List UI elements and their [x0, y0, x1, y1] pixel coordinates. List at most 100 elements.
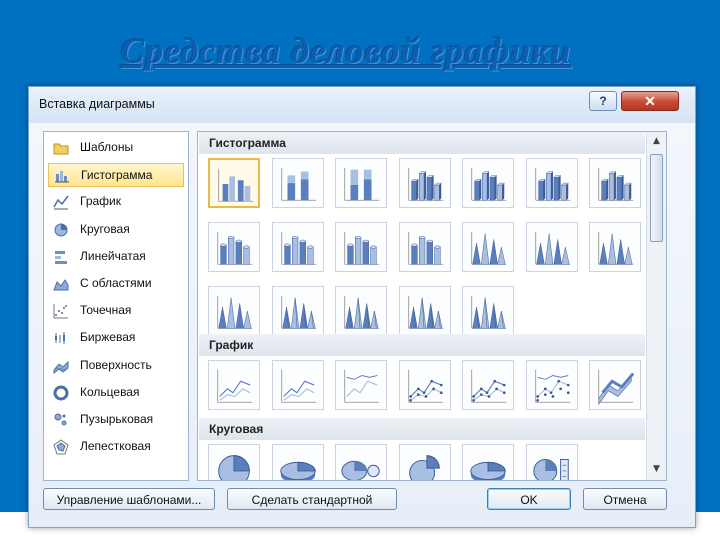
set-default-button[interactable]: Сделать стандартной: [227, 488, 397, 510]
chart-type-item[interactable]: Точечная: [48, 299, 184, 323]
chart-type-item[interactable]: График: [48, 190, 184, 214]
chart-subtype-thumbnail[interactable]: [462, 158, 514, 208]
chart-subtype-gallery: ▲ ▼ Гистограмма График Круговая: [197, 131, 667, 481]
3d-cone-icon: [217, 295, 253, 329]
3d-column-icon: [598, 167, 634, 201]
scroll-down-icon[interactable]: ▼: [649, 462, 664, 476]
chart-type-label: Пузырьковая: [80, 412, 154, 426]
chart-subtype-thumbnail[interactable]: [398, 444, 451, 480]
chart-subtype-thumbnail[interactable]: [462, 444, 514, 480]
chart-subtype-thumbnail[interactable]: [335, 360, 387, 410]
3d-line-icon: [598, 369, 635, 406]
3d-clustered-column-icon: [407, 167, 443, 201]
chart-type-label: Гистограмма: [81, 168, 153, 183]
chart-subtype-thumbnail[interactable]: [398, 222, 451, 272]
insert-chart-dialog: Вставка диаграммы ? ✕ Шаблоны Гистограмма…: [28, 86, 696, 528]
chart-type-item[interactable]: Пузырьковая: [48, 408, 184, 432]
line-with-markers-icon: [407, 369, 443, 403]
percent-line-with-markers-icon: [534, 369, 570, 403]
stacked-cylinder-icon: [280, 231, 316, 265]
chart-type-item[interactable]: Кольцевая: [48, 381, 184, 405]
dialog-titlebar[interactable]: Вставка диаграммы ? ✕: [29, 87, 695, 123]
chart-type-label: График: [80, 194, 121, 209]
area-chart-icon: [53, 279, 69, 291]
chart-type-item[interactable]: Круговая: [48, 218, 184, 242]
clustered-cone-icon: [471, 231, 507, 265]
pie-of-pie-icon: [341, 460, 380, 480]
chart-subtype-thumbnail[interactable]: [271, 286, 324, 336]
chart-subtype-thumbnail[interactable]: [525, 158, 578, 208]
chart-type-item[interactable]: Гистограмма: [48, 163, 184, 188]
gallery-section-header: Круговая: [199, 418, 645, 440]
stock-chart-icon: [55, 332, 65, 345]
chart-type-label: Биржевая: [80, 330, 136, 345]
chart-subtype-thumbnail[interactable]: [208, 444, 260, 480]
line-chart-icon: [53, 195, 69, 210]
chart-subtype-thumbnail[interactable]: [335, 158, 387, 208]
stacked-cone-icon: [534, 231, 570, 265]
column-chart-icon: [55, 171, 69, 183]
chart-subtype-thumbnail[interactable]: [589, 158, 641, 208]
chart-subtype-thumbnail[interactable]: [462, 286, 514, 336]
chart-type-item[interactable]: Линейчатая: [48, 245, 184, 269]
scroll-up-icon[interactable]: ▲: [649, 134, 664, 148]
chart-subtype-thumbnail[interactable]: [589, 222, 641, 272]
manage-templates-button[interactable]: Управление шаблонами...: [43, 488, 215, 510]
chart-type-label: Кольцевая: [80, 384, 140, 399]
chart-type-label: Линейчатая: [80, 248, 146, 263]
chart-subtype-thumbnail[interactable]: [271, 444, 324, 480]
chart-type-item[interactable]: С областями: [48, 272, 184, 296]
slide-title: Средства деловой графики: [120, 31, 572, 71]
chart-type-list: Шаблоны Гистограмма График Круговая Линейчат…: [43, 131, 189, 481]
bar-chart-icon: [55, 250, 67, 264]
chart-subtype-thumbnail[interactable]: [208, 286, 260, 336]
section-header-label: График: [209, 338, 254, 352]
chart-subtype-thumbnail[interactable]: [462, 360, 514, 410]
chart-type-item[interactable]: Биржевая: [48, 326, 184, 350]
chart-type-item[interactable]: Лепестковая: [48, 435, 184, 459]
gallery-scrollbar[interactable]: ▲ ▼: [646, 132, 666, 480]
chart-subtype-thumbnail[interactable]: [398, 360, 451, 410]
chart-subtype-thumbnail[interactable]: [335, 286, 387, 336]
chart-subtype-thumbnail[interactable]: [525, 444, 578, 480]
chart-subtype-thumbnail[interactable]: [208, 360, 260, 410]
exploded-pie-icon: [408, 455, 440, 480]
chart-subtype-thumbnail[interactable]: [335, 444, 387, 480]
chart-subtype-thumbnail[interactable]: [525, 222, 578, 272]
chart-type-item[interactable]: Шаблоны: [48, 136, 184, 160]
dialog-title: Вставка диаграммы: [39, 97, 155, 111]
stacked-line-icon: [280, 369, 316, 403]
ok-button[interactable]: OK: [487, 488, 571, 510]
clustered-pyramid-icon: [280, 295, 316, 329]
chart-subtype-thumbnail[interactable]: [462, 222, 514, 272]
chart-subtype-thumbnail[interactable]: [271, 360, 324, 410]
scrollbar-thumb[interactable]: [650, 154, 663, 242]
chart-subtype-thumbnail[interactable]: [335, 222, 387, 272]
clustered-column-icon: [218, 168, 254, 202]
cancel-button[interactable]: Отмена: [583, 488, 667, 510]
line-icon: [217, 369, 253, 403]
stacked-column-icon: [280, 167, 316, 201]
clustered-cylinder-icon: [217, 231, 253, 265]
chart-subtype-thumbnail[interactable]: [271, 222, 324, 272]
chart-type-label: С областями: [80, 276, 152, 290]
chart-type-label: Точечная: [80, 303, 132, 318]
chart-subtype-thumbnail[interactable]: [398, 286, 451, 336]
chart-subtype-thumbnail[interactable]: [271, 158, 324, 208]
help-button[interactable]: ?: [589, 91, 617, 111]
percent-stacked-cylinder-icon: [344, 231, 380, 265]
3d-cylinder-icon: [407, 231, 443, 265]
close-button[interactable]: ✕: [621, 91, 679, 111]
chart-subtype-thumbnail[interactable]: [525, 360, 578, 410]
chart-subtype-thumbnail[interactable]: [398, 158, 451, 208]
chart-subtype-thumbnail[interactable]: [208, 222, 260, 272]
pie-icon: [218, 455, 250, 480]
percent-stacked-line-icon: [344, 369, 380, 403]
doughnut-chart-icon: [53, 385, 69, 401]
percent-stacked-pyramid-icon: [407, 295, 443, 329]
chart-subtype-thumbnail[interactable]: [589, 360, 641, 410]
section-header-label: Круговая: [209, 422, 264, 436]
chart-subtype-thumbnail[interactable]: [208, 158, 260, 208]
3d-percent-stacked-column-icon: [534, 167, 570, 201]
chart-type-item[interactable]: Поверхность: [48, 354, 184, 378]
